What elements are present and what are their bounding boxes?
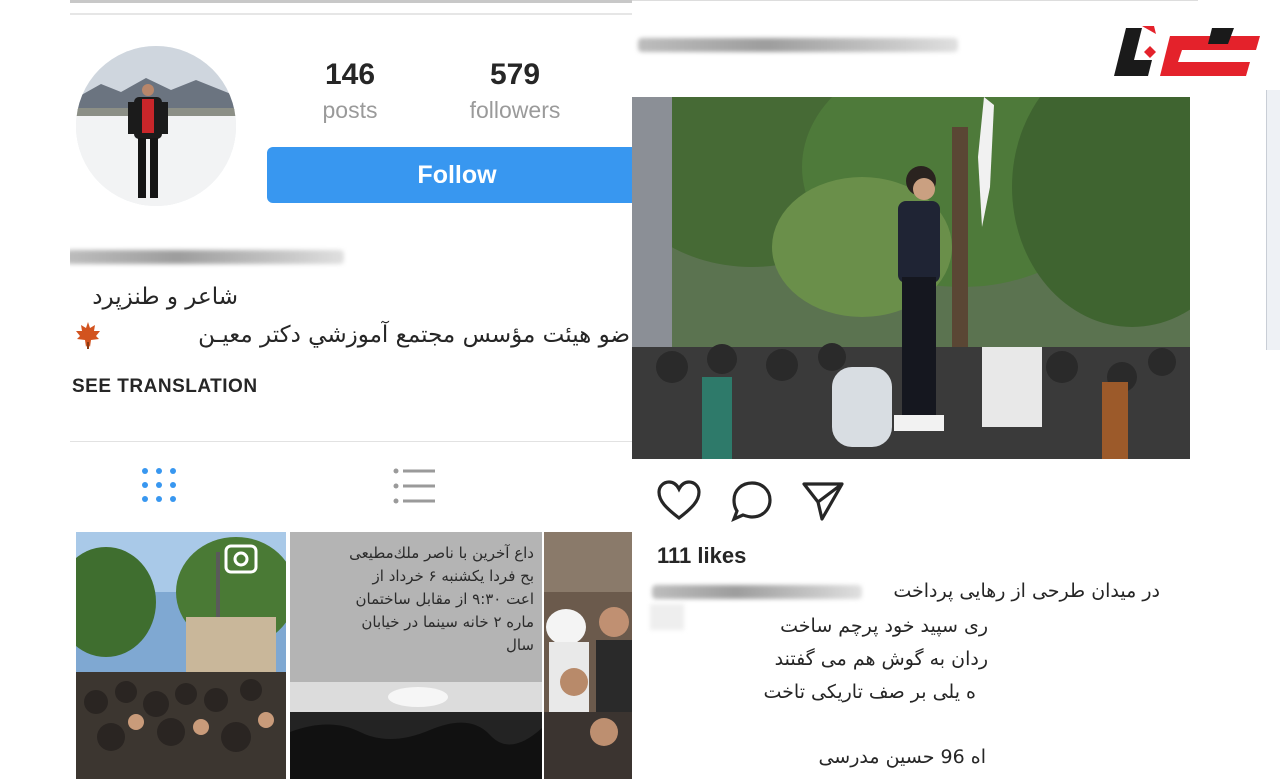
- tabs-divider: [70, 441, 638, 442]
- posts-label: posts: [322, 97, 378, 123]
- grid-text-line: ماره ۲ خانه سينما در خيابان: [361, 613, 534, 631]
- grid-post-2[interactable]: داع آخرين با ناصر ملك‌مطيعی بح فردا يكشن…: [290, 532, 542, 779]
- post-image[interactable]: [632, 97, 1190, 459]
- grid-text-line: اعت ۹:۳۰ از مقابل ساختمان: [355, 590, 535, 608]
- grid-text-line: داع آخرين با ناصر ملك‌مطيعی: [349, 544, 534, 562]
- followers-label[interactable]: followers: [445, 97, 585, 124]
- avatar-photo: [76, 46, 236, 206]
- followers-count[interactable]: 579: [445, 58, 585, 92]
- top-divider: [70, 0, 638, 3]
- caption-signature: اه 96 حسين مدرسی: [818, 746, 986, 768]
- avatar[interactable]: [76, 46, 236, 206]
- post-top-divider: [632, 0, 1198, 1]
- bio-line-1: شاعر و طنزپرد: [92, 284, 238, 310]
- caption-line-4: ه يلی بر صف تاريكی تاخت: [763, 681, 977, 703]
- clerics-crowd-photo: [544, 532, 638, 779]
- profile-screenshot: 146 posts 579 followers Follow شاعر و طن…: [70, 0, 638, 779]
- bio-line-2: ضو هيئت مؤسس مجتمع آموزشي دكتر معيـن: [198, 322, 630, 348]
- caption-redacted-block: [650, 604, 684, 630]
- grid-post-3[interactable]: [544, 532, 638, 779]
- comment-icon[interactable]: [730, 480, 774, 523]
- caption-line-3: ردان به گوش هم می گفتند: [774, 648, 988, 670]
- window-edge: [1266, 90, 1280, 350]
- see-translation-link[interactable]: SEE TRANSLATION: [72, 376, 258, 398]
- top-divider-2: [70, 13, 638, 15]
- list-icon[interactable]: [392, 466, 436, 506]
- username-redacted: [70, 250, 344, 264]
- grid-text-line: بح فردا يكشنبه ۶ خرداد از: [372, 567, 534, 585]
- share-icon[interactable]: [800, 480, 844, 522]
- brand-logo: [1112, 22, 1262, 84]
- grid-icon[interactable]: [140, 466, 178, 504]
- post-screenshot: 111 likes در ميدان طرحی از رهايی پرداخت …: [632, 0, 1198, 779]
- grid-text-line: سال: [505, 636, 534, 654]
- protest-photo: [632, 97, 1190, 459]
- caption-line-2: ری سپيد خود پرچم ساخت: [780, 615, 988, 637]
- maple-leaf-icon: [74, 320, 102, 350]
- grid-post-2-text: داع آخرين با ناصر ملك‌مطيعی بح فردا يكشن…: [349, 542, 534, 657]
- likes-count[interactable]: 111 likes: [657, 543, 746, 569]
- posts-count: 146: [324, 58, 376, 91]
- caption-username-redacted: [652, 585, 862, 599]
- heart-icon[interactable]: [656, 480, 702, 522]
- crowd-street-photo: [76, 532, 286, 779]
- follow-button[interactable]: Follow: [267, 147, 638, 203]
- grid-post-1[interactable]: [76, 532, 286, 779]
- post-username-redacted: [638, 38, 958, 52]
- caption-line-1: در ميدان طرحی از رهايی پرداخت: [893, 580, 1160, 602]
